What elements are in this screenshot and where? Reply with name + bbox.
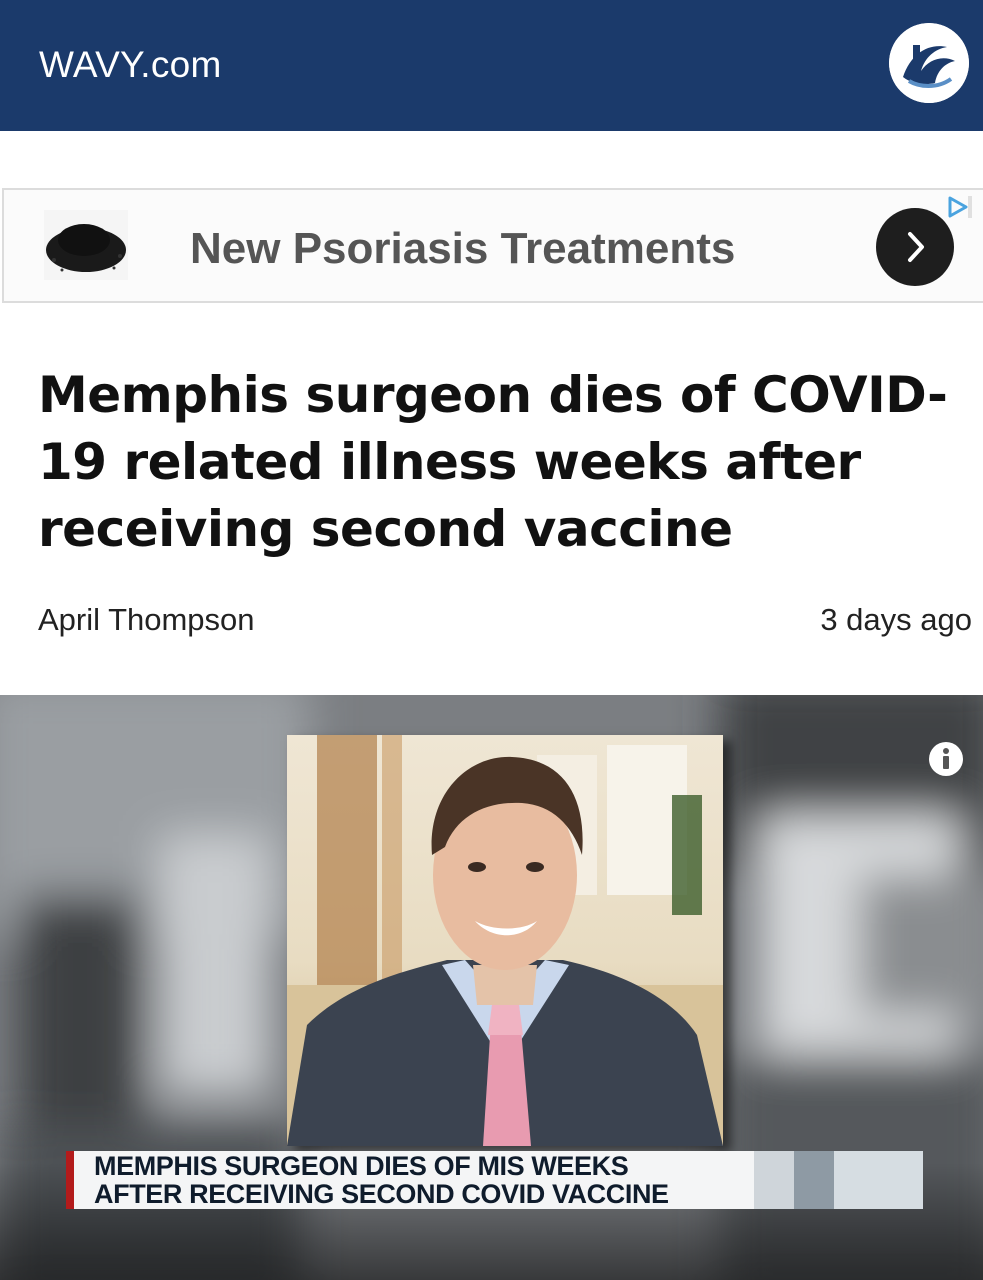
- ad-banner[interactable]: New Psoriasis Treatments: [2, 188, 983, 303]
- surgeon-portrait-image: [287, 735, 723, 1146]
- wavy-logo-icon[interactable]: [889, 23, 969, 103]
- article-timestamp: 3 days ago: [820, 602, 972, 637]
- ad-text[interactable]: New Psoriasis Treatments: [190, 224, 735, 274]
- video-player[interactable]: MEMPHIS SURGEON DIES OF MIS WEEKS AFTER …: [0, 695, 983, 1280]
- site-header: WAVY.com: [0, 0, 983, 131]
- adchoices-icon[interactable]: [944, 194, 972, 220]
- lower-third-accent: [66, 1151, 74, 1209]
- info-icon[interactable]: [928, 741, 964, 777]
- lower-third-panel: MEMPHIS SURGEON DIES OF MIS WEEKS AFTER …: [74, 1151, 754, 1209]
- lower-third-caption: MEMPHIS SURGEON DIES OF MIS WEEKS AFTER …: [66, 1151, 923, 1209]
- article-headline: Memphis surgeon dies of COVID-19 related…: [38, 366, 948, 558]
- lower-third-line-2: AFTER RECEIVING SECOND COVID VACCINE: [94, 1179, 669, 1209]
- ad-image[interactable]: [44, 210, 128, 280]
- lower-third-line-1: MEMPHIS SURGEON DIES OF MIS WEEKS: [94, 1151, 629, 1181]
- article-author[interactable]: April Thompson: [38, 602, 255, 638]
- lower-third-tiles: [754, 1151, 923, 1209]
- chevron-right-icon[interactable]: [876, 208, 954, 286]
- lower-third-text: MEMPHIS SURGEON DIES OF MIS WEEKS AFTER …: [94, 1152, 669, 1208]
- site-name[interactable]: WAVY.com: [39, 44, 222, 86]
